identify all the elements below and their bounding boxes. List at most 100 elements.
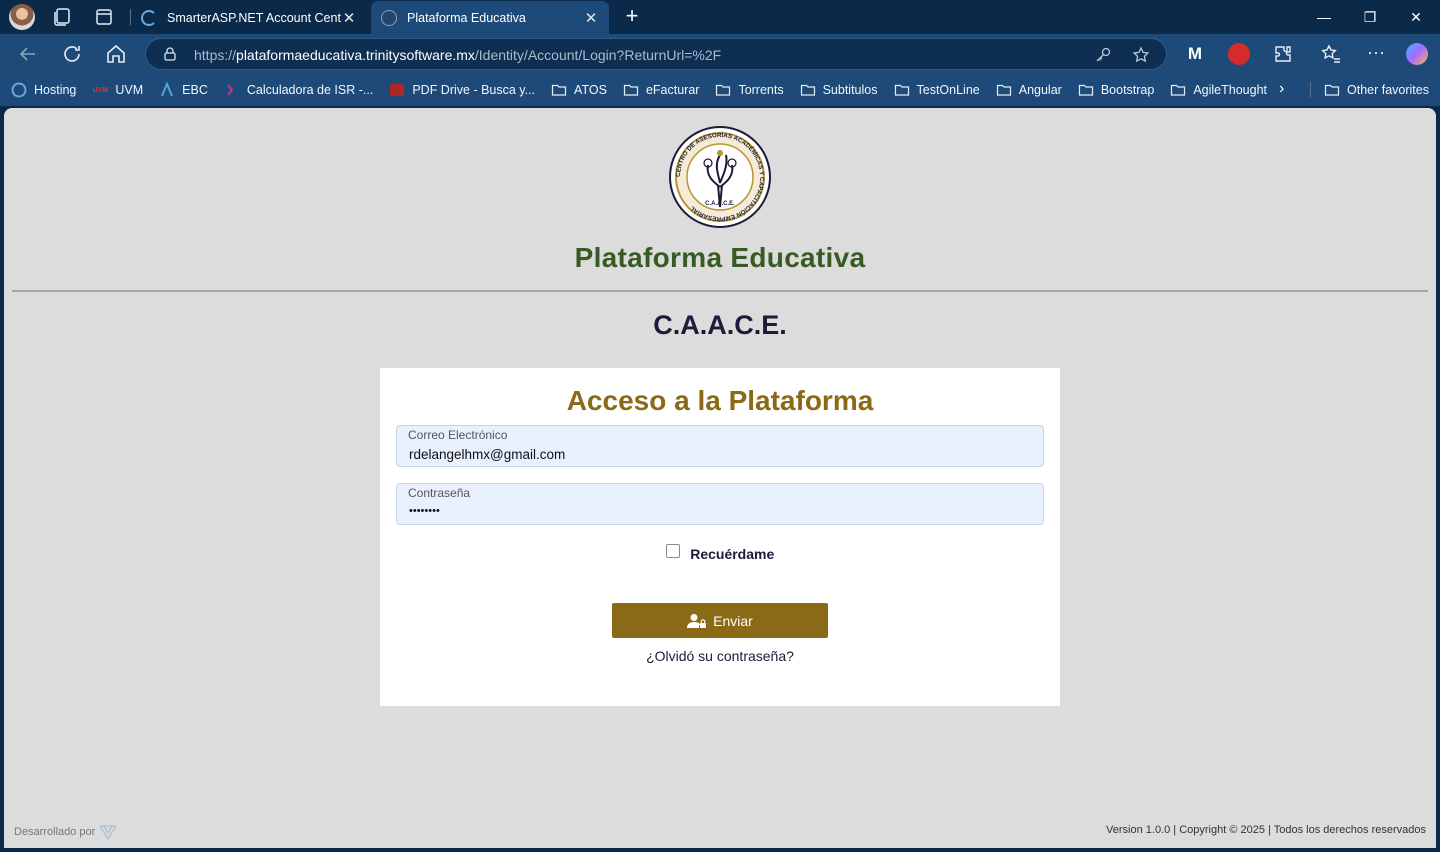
remember-me: Recuérdame <box>380 544 1060 564</box>
bookmark-label: Calculadora de ISR -... <box>246 83 374 97</box>
bookmark-folder-testonline[interactable]: TestOnLine <box>894 82 980 98</box>
extensions-icon[interactable] <box>1272 43 1294 65</box>
workspaces-icon[interactable] <box>50 5 74 29</box>
site-title: Plataforma Educativa <box>574 242 866 273</box>
folder-icon <box>715 82 731 98</box>
tab-smarterasp[interactable]: SmarterASP.NET Account Center ✕ <box>131 1 367 34</box>
email-input[interactable] <box>409 447 1029 462</box>
developer-logo-icon[interactable] <box>99 824 118 840</box>
more-options-icon[interactable]: ··· <box>1365 43 1387 65</box>
tab-plataforma[interactable]: Plataforma Educativa ✕ <box>371 1 609 34</box>
bookmark-label: UVM <box>115 83 144 97</box>
plataforma-favicon-icon <box>381 9 397 26</box>
developed-by-text: Desarrollado por <box>14 826 96 838</box>
new-tab-icon[interactable]: + <box>620 5 644 29</box>
hosting-icon <box>11 82 27 98</box>
restore-icon[interactable]: ❐ <box>1347 4 1393 30</box>
back-icon[interactable] <box>16 42 40 66</box>
bookmark-calculadora[interactable]: Calculadora de ISR -... <box>224 82 373 98</box>
smarterasp-favicon-icon <box>141 9 157 26</box>
bookmark-label: AgileThought <box>1193 83 1268 97</box>
tab-strip: SmarterASP.NET Account Center ✕ Platafor… <box>0 0 1440 34</box>
bookmark-separator <box>1310 82 1311 98</box>
bookmark-ebc[interactable]: EBC <box>159 82 208 98</box>
folder-icon <box>1324 82 1340 98</box>
address-bar[interactable]: https://plataformaeducativa.trinitysoftw… <box>145 38 1167 70</box>
folder-icon <box>1078 82 1094 98</box>
malwarebytes-extension-icon[interactable]: M <box>1184 43 1206 65</box>
caace-logo: CENTRO DE ASESORÍAS ACADÉMICAS Y CAPACIT… <box>669 126 771 228</box>
user-lock-icon <box>687 613 707 628</box>
folder-icon <box>1170 82 1186 98</box>
tab-title: Plataforma Educativa <box>407 10 526 25</box>
email-label: Correo Electrónico <box>408 428 508 442</box>
close-tab-icon[interactable]: ✕ <box>341 9 357 27</box>
copilot-icon[interactable] <box>1406 43 1428 65</box>
forgot-password-link[interactable]: ¿Olvidó su contraseña? <box>380 648 1060 664</box>
folder-icon <box>551 82 567 98</box>
folder-icon <box>996 82 1012 98</box>
bookmark-label: Bootstrap <box>1100 83 1155 97</box>
bookmark-folder-angular[interactable]: Angular <box>996 82 1062 98</box>
bookmark-hosting[interactable]: Hosting <box>11 82 76 98</box>
bookmark-uvm[interactable]: UVM UVM <box>92 82 144 98</box>
bookmark-label: ATOS <box>574 83 607 97</box>
tab-actions-icon[interactable] <box>92 5 116 29</box>
bookmark-label: PDF Drive - Busca y... <box>412 83 536 97</box>
password-field[interactable]: Contraseña •••••••• <box>396 483 1044 525</box>
pdf-icon <box>389 82 405 98</box>
uvm-icon: UVM <box>92 86 109 94</box>
web-page: CENTRO DE ASESORÍAS ACADÉMICAS Y CAPACIT… <box>4 108 1436 848</box>
chevron-right-icon[interactable]: › <box>1279 80 1297 100</box>
divider <box>12 290 1428 292</box>
bookmark-label: Other favorites <box>1347 83 1429 97</box>
bookmark-label: EBC <box>182 83 208 97</box>
adblock-extension-icon[interactable] <box>1228 43 1250 65</box>
ebc-icon <box>159 82 175 98</box>
remember-checkbox[interactable] <box>665 544 680 558</box>
key-icon[interactable] <box>1094 46 1112 64</box>
bookmark-folder-atos[interactable]: ATOS <box>551 82 607 98</box>
bookmark-other-favorites[interactable]: Other favorites <box>1324 82 1429 98</box>
bookmark-folder-subtitulos[interactable]: Subtitulos <box>800 82 878 98</box>
login-title: Acceso a la Plataforma <box>566 385 874 416</box>
bookmark-label: Torrents <box>738 83 784 97</box>
bookmark-folder-agilethought[interactable]: AgileThought <box>1170 82 1267 98</box>
close-tab-icon[interactable]: ✕ <box>583 9 599 27</box>
folder-icon <box>894 82 910 98</box>
bookmark-label: Angular <box>1018 83 1062 97</box>
bookmark-folder-efacturar[interactable]: eFacturar <box>623 82 700 98</box>
close-window-icon[interactable]: ✕ <box>1393 4 1439 30</box>
home-icon[interactable] <box>104 42 128 66</box>
password-label: Contraseña <box>408 486 471 500</box>
favorites-icon[interactable] <box>1320 43 1342 65</box>
footer-copyright: Version 1.0.0 | Copyright © 2025 | Todos… <box>1106 824 1426 836</box>
url-text[interactable]: https://plataformaeducativa.trinitysoftw… <box>194 47 721 63</box>
login-card: Acceso a la Plataforma Correo Electrónic… <box>380 368 1060 706</box>
organization-name: C.A.A.C.E. <box>653 310 787 340</box>
folder-icon <box>623 82 639 98</box>
lock-icon[interactable] <box>162 46 178 62</box>
submit-button[interactable]: Enviar <box>612 603 828 638</box>
footer-developer: Desarrollado por <box>14 824 118 840</box>
calculator-icon <box>224 82 240 98</box>
password-input[interactable]: •••••••• <box>409 505 1029 517</box>
submit-label: Enviar <box>713 612 753 629</box>
remember-label[interactable]: Recuérdame <box>690 546 774 562</box>
bookmarks-bar: Hosting UVM UVM EBC Calculadora de ISR -… <box>0 74 1440 106</box>
bookmark-pdfdrive[interactable]: PDF Drive - Busca y... <box>389 82 535 98</box>
refresh-icon[interactable] <box>60 42 84 66</box>
tab-title: SmarterASP.NET Account Center <box>167 10 341 25</box>
bookmark-label: eFacturar <box>645 83 700 97</box>
favorite-star-icon[interactable] <box>1132 46 1150 64</box>
minimize-icon[interactable]: — <box>1301 4 1347 30</box>
email-field[interactable]: Correo Electrónico <box>396 425 1044 467</box>
bookmark-folder-torrents[interactable]: Torrents <box>715 82 784 98</box>
browser-toolbar: https://plataformaeducativa.trinitysoftw… <box>0 34 1440 74</box>
svg-text:C.A.A.C.E.: C.A.A.C.E. <box>705 201 735 207</box>
folder-icon <box>800 82 816 98</box>
bookmark-folder-bootstrap[interactable]: Bootstrap <box>1078 82 1155 98</box>
bookmark-label: Subtitulos <box>822 83 878 97</box>
profile-avatar[interactable] <box>9 4 35 30</box>
bookmark-label: TestOnLine <box>916 83 980 97</box>
